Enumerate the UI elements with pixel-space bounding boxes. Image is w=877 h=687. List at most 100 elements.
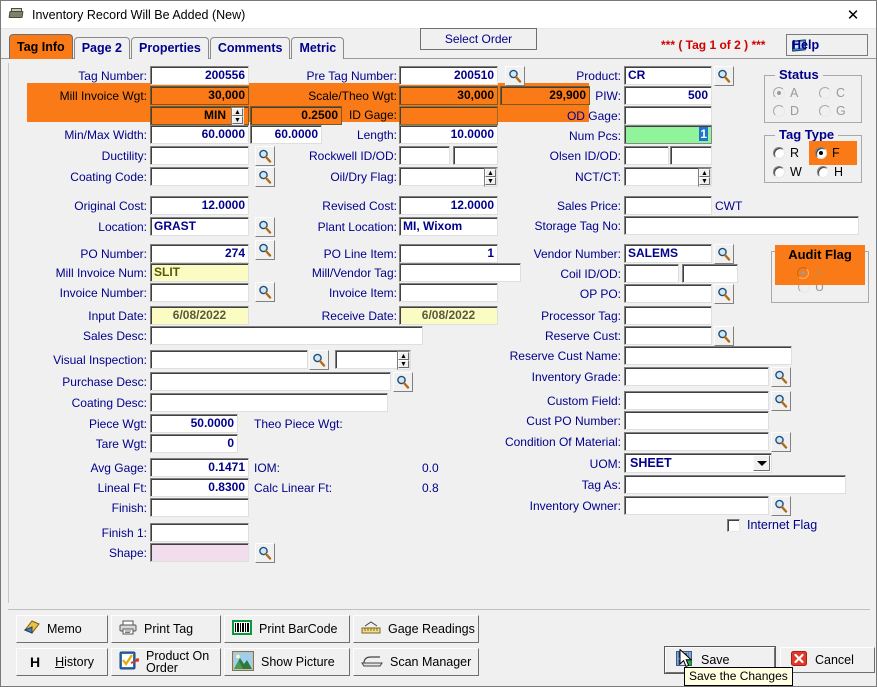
finish-1-input[interactable] [150, 523, 249, 542]
cust-po-number-input[interactable] [624, 411, 769, 430]
location-lookup-icon[interactable] [255, 217, 275, 237]
invoice-number-lookup-icon[interactable] [255, 282, 275, 302]
tab-page-2[interactable]: Page 2 [73, 37, 130, 59]
tag-type-option-h[interactable]: H [817, 165, 843, 179]
rockwell-od-input[interactable] [453, 146, 498, 165]
status-option-c[interactable]: C [819, 86, 845, 100]
input-date-input[interactable]: 6/08/2022 [150, 306, 249, 325]
chevron-down-icon[interactable] [753, 455, 770, 471]
max-width-input[interactable]: 60.0000 [250, 125, 322, 144]
reserve-cust-name-input[interactable] [624, 346, 792, 365]
receive-date-input[interactable]: 6/08/2022 [399, 306, 498, 325]
purchase-desc-lookup-icon[interactable] [393, 372, 413, 392]
audit-flag-option-a-highlighted[interactable]: A [797, 266, 822, 280]
plant-location-input[interactable]: MI, Wixom [399, 217, 498, 236]
shape-lookup-icon[interactable] [255, 543, 275, 563]
nct-ct-spinner[interactable]: ▲ ▼ [698, 168, 711, 187]
processor-tag-input[interactable] [624, 306, 712, 325]
length-input[interactable]: 10.0000 [399, 125, 498, 144]
custom-field-input[interactable] [624, 391, 769, 410]
invoice-number-input[interactable] [150, 283, 249, 302]
purchase-desc-input[interactable] [150, 372, 391, 391]
memo-button[interactable]: Memo [16, 615, 108, 643]
scale-wgt-input[interactable]: 30,000 [399, 86, 498, 105]
sales-price-input[interactable] [624, 196, 712, 215]
invoice-item-input[interactable] [399, 283, 498, 302]
oil-dry-flag-spinner[interactable]: ▲ ▼ [484, 168, 497, 187]
tag-type-option-r[interactable]: R [773, 146, 799, 160]
reserve-cust-input[interactable] [624, 326, 712, 345]
finish-input[interactable] [150, 498, 249, 517]
lineal-ft-input[interactable]: 0.8300 [150, 478, 249, 497]
inventory-grade-input[interactable] [624, 367, 769, 386]
product-lookup-icon[interactable] [714, 66, 734, 86]
product-on-order-button[interactable]: Product On Order [111, 648, 221, 676]
po-number-input[interactable]: 274 [150, 244, 249, 263]
help-button[interactable]: Help [786, 34, 868, 56]
internet-flag-checkbox[interactable]: Internet Flag [727, 518, 817, 532]
num-pcs-input[interactable]: 1 [624, 125, 712, 144]
scan-manager-button[interactable]: Scan Manager [353, 648, 479, 676]
condition-of-material-input[interactable] [624, 432, 769, 451]
shape-input[interactable] [150, 543, 249, 562]
pre-tag-number-input[interactable]: 200510 [399, 66, 498, 85]
min-width-input[interactable]: 60.0000 [150, 125, 249, 144]
theo-wgt-input[interactable]: 29,900 [500, 86, 590, 105]
product-input[interactable]: CR [624, 66, 712, 85]
print-barcode-button[interactable]: Print BarCode [224, 615, 350, 643]
min-max-spinner[interactable]: ▲ ▼ [231, 107, 244, 126]
visual-inspection-spinner[interactable]: ▲ ▼ [397, 351, 410, 370]
gage-readings-button[interactable]: Gage Readings [353, 615, 479, 643]
coil-id-input[interactable] [624, 264, 679, 283]
coil-od-input[interactable] [682, 264, 738, 283]
show-picture-button[interactable]: Show Picture [224, 648, 350, 676]
coating-code-input[interactable] [150, 167, 249, 186]
inventory-owner-lookup-icon[interactable] [771, 496, 791, 516]
avg-gage-input[interactable]: 0.1471 [150, 458, 249, 477]
op-po-input[interactable] [624, 284, 712, 303]
uom-select[interactable]: SHEET [624, 453, 772, 473]
tab-properties[interactable]: Properties [131, 37, 209, 59]
inventory-owner-input[interactable] [624, 496, 769, 515]
visual-inspection-lookup-icon[interactable] [309, 350, 329, 370]
ductility-lookup-icon[interactable] [255, 146, 275, 166]
po-line-item-input[interactable]: 1 [399, 244, 498, 263]
status-option-g[interactable]: G [819, 104, 846, 118]
checkbox-box[interactable] [727, 518, 740, 532]
revised-cost-input[interactable]: 12.0000 [399, 196, 498, 215]
tab-comments[interactable]: Comments [209, 37, 291, 59]
tare-wgt-input[interactable]: 0 [150, 434, 238, 453]
reserve-cust-lookup-icon[interactable] [714, 326, 734, 346]
piece-wgt-input[interactable]: 50.0000 [150, 414, 238, 433]
rockwell-id-input[interactable] [399, 146, 450, 165]
od-gage-input[interactable] [624, 106, 712, 125]
print-tag-button[interactable]: Print Tag [111, 615, 221, 643]
id-gage-input[interactable] [399, 106, 498, 125]
olsen-id-input[interactable] [624, 146, 669, 165]
mill-invoice-wgt-input[interactable]: 30,000 [150, 86, 249, 105]
ductility-input[interactable] [150, 146, 249, 165]
coating-code-lookup-icon[interactable] [255, 167, 275, 187]
mill-vendor-tag-input[interactable] [399, 263, 521, 282]
storage-tag-no-input[interactable] [624, 216, 859, 235]
status-option-d[interactable]: D [773, 104, 799, 118]
original-cost-input[interactable]: 12.0000 [150, 196, 249, 215]
po-number-lookup-icon[interactable] [255, 240, 275, 260]
coating-desc-input[interactable] [150, 393, 388, 412]
op-po-lookup-icon[interactable] [714, 284, 734, 304]
tab-metric[interactable]: Metric [291, 37, 345, 59]
condition-of-material-lookup-icon[interactable] [771, 432, 791, 452]
cancel-button[interactable]: Cancel [780, 647, 875, 673]
tab-tag-info[interactable]: Tag Info [9, 34, 73, 59]
vendor-number-lookup-icon[interactable] [714, 244, 734, 264]
olsen-od-input[interactable] [670, 146, 712, 165]
sales-desc-input[interactable] [150, 326, 423, 345]
status-option-a[interactable]: A [773, 86, 798, 100]
visual-inspection-input[interactable] [150, 350, 308, 369]
tag-type-option-f-highlighted[interactable]: F [815, 146, 840, 160]
vendor-number-input[interactable]: SALEMS [624, 244, 712, 263]
history-button[interactable]: H History [16, 648, 108, 676]
custom-field-lookup-icon[interactable] [771, 391, 791, 411]
tag-type-option-w[interactable]: W [773, 165, 802, 179]
tag-number-input[interactable]: 200556 [150, 66, 249, 85]
